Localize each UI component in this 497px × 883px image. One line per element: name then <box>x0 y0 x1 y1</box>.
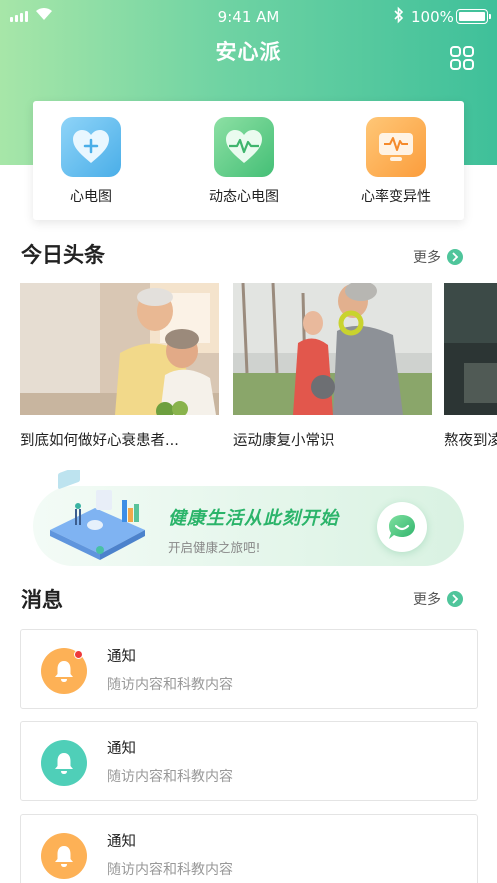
unread-dot <box>74 650 83 659</box>
banner-subtitle: 开启健康之旅吧! <box>168 540 261 555</box>
messages-more-link[interactable]: 更多 <box>413 589 463 609</box>
shortcut-label: 心电图 <box>70 189 112 205</box>
news-image-runners <box>233 283 432 415</box>
news-title: 到底如何做好心衰患者... <box>20 433 179 449</box>
shortcut-hrv[interactable]: 心率变异性 <box>326 117 466 206</box>
bell-icon <box>41 833 87 879</box>
message-title: 通知 <box>107 741 136 757</box>
message-item[interactable]: 通知 随访内容和科教内容 <box>20 814 478 883</box>
message-subtitle: 随访内容和科教内容 <box>107 769 233 785</box>
message-title: 通知 <box>107 834 136 850</box>
more-label: 更多 <box>413 592 441 608</box>
news-image-elderly-couple <box>20 283 219 415</box>
shortcut-ecg[interactable]: 心电图 <box>21 117 161 206</box>
more-label: 更多 <box>413 250 441 266</box>
news-card[interactable]: 运动康复小常识 <box>233 283 432 450</box>
headlines-title: 今日头条 <box>21 243 105 267</box>
bell-icon <box>41 740 87 786</box>
message-title: 通知 <box>107 649 136 665</box>
shortcut-label: 动态心电图 <box>209 189 279 205</box>
battery-icon <box>456 9 491 24</box>
health-platform-illustration <box>50 470 145 560</box>
status-bar: 9:41 AM 100% <box>0 0 497 32</box>
message-subtitle: 随访内容和科教内容 <box>107 862 233 878</box>
shortcut-label: 心率变异性 <box>361 189 431 205</box>
message-item[interactable]: 通知 随访内容和科教内容 <box>20 721 478 801</box>
news-title: 运动康复小常识 <box>233 433 335 449</box>
message-item[interactable]: 通知 随访内容和科教内容 <box>20 629 478 709</box>
app-title: 安心派 <box>215 40 282 64</box>
heart-plus-icon <box>61 117 121 177</box>
news-title: 熬夜到凌 <box>444 433 497 449</box>
bluetooth-icon <box>394 6 404 24</box>
grid-menu-icon[interactable] <box>449 45 475 71</box>
battery-percent: 100% <box>411 8 454 26</box>
messages-title: 消息 <box>21 588 63 612</box>
chat-smile-icon <box>389 515 415 539</box>
banner-title: 健康生活从此刻开始 <box>168 508 339 529</box>
monitor-pulse-icon <box>366 117 426 177</box>
message-subtitle: 随访内容和科教内容 <box>107 677 233 693</box>
news-card[interactable]: 熬夜到凌 <box>444 283 497 450</box>
shortcut-card: 心电图 动态心电图 心率变异性 <box>33 101 464 220</box>
news-image-night <box>444 283 497 415</box>
chevron-right-icon <box>447 591 463 607</box>
shortcut-holter[interactable]: 动态心电图 <box>174 117 314 206</box>
chat-smile-button[interactable] <box>377 502 427 552</box>
headlines-more-link[interactable]: 更多 <box>413 247 463 267</box>
heart-pulse-icon <box>214 117 274 177</box>
chevron-right-icon <box>447 249 463 265</box>
news-card[interactable]: 到底如何做好心衰患者... <box>20 283 219 450</box>
